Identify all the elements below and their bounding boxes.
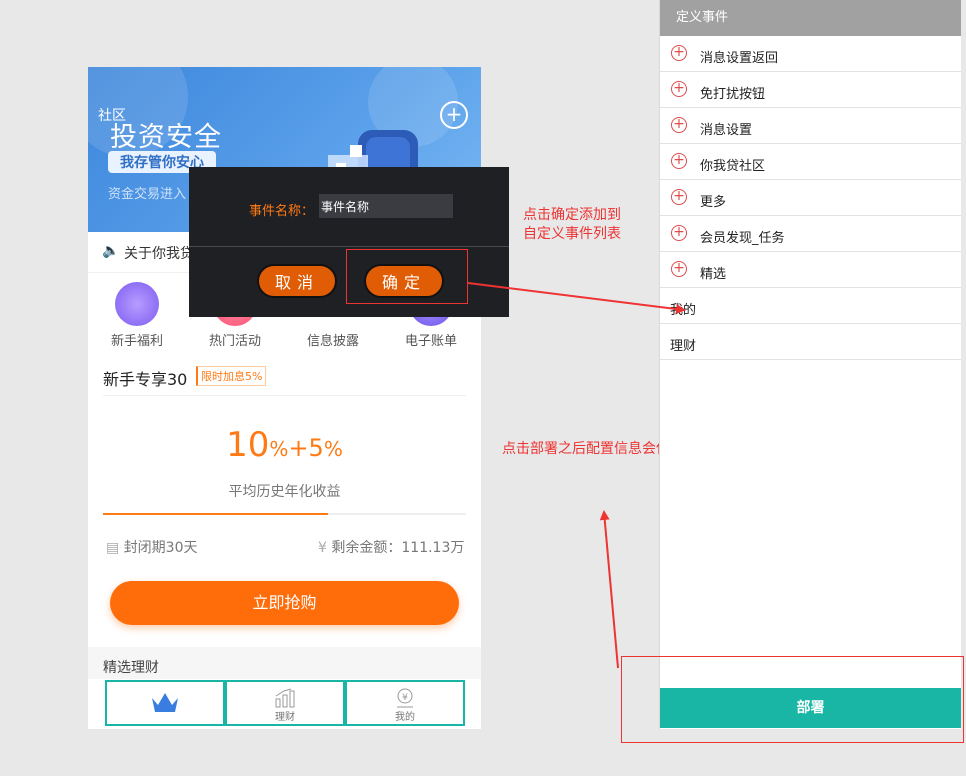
nav-finance[interactable]: 理财 — [225, 680, 345, 726]
svg-text:¥: ¥ — [402, 693, 408, 703]
cancel-button[interactable]: 取消 — [257, 264, 337, 298]
add-circle-icon[interactable]: + — [671, 153, 687, 169]
closed-period-text: 封闭期30天 — [123, 540, 198, 556]
event-list-item-label: 会员发现_任务 — [700, 231, 785, 246]
event-list-item-label: 免打扰按钮 — [700, 87, 766, 102]
add-circle-icon[interactable]: + — [671, 45, 687, 61]
remaining-text: 剩余金额：111.13万 — [331, 540, 465, 556]
product-title: 新手专享30 — [103, 370, 188, 389]
event-list-item[interactable]: + 你我贷社区 — [660, 144, 961, 180]
nav-label: 我的 — [395, 712, 415, 723]
event-list-item[interactable]: + 精选 — [660, 252, 961, 288]
event-list-item-label: 理财 — [670, 339, 697, 354]
calendar-icon: ▤ — [106, 540, 120, 556]
event-list-item[interactable]: + 免打扰按钮 — [660, 72, 961, 108]
nav-mine[interactable]: ¥ 我的 — [345, 680, 465, 726]
yen-icon: ¥ — [318, 540, 327, 556]
event-list-item[interactable]: 理财 — [660, 324, 961, 360]
event-list-item[interactable]: + 消息设置 — [660, 108, 961, 144]
crown-icon — [152, 693, 178, 712]
rate-percent: % — [269, 437, 289, 461]
rate-label: 平均历史年化收益 — [228, 484, 341, 500]
nav-home[interactable] — [105, 680, 225, 726]
tile-label: 电子账单 — [404, 334, 457, 349]
confirm-highlight-box — [346, 249, 468, 304]
nav-label: 理财 — [275, 712, 295, 723]
confirm-annotation: 点击确定添加到自定义事件列表 — [523, 207, 621, 242]
notice-text: 关于你我贷 — [124, 246, 194, 262]
event-list-item[interactable]: + 会员发现_任务 — [660, 216, 961, 252]
event-list-item-label: 更多 — [700, 195, 727, 210]
event-list-item-label: 消息设置 — [700, 123, 753, 138]
banner-title: 投资安全 — [110, 122, 222, 153]
event-name-input[interactable] — [319, 194, 453, 218]
event-list-item-label: 我的 — [670, 303, 697, 318]
deploy-highlight-box — [621, 656, 964, 743]
gift-icon — [115, 282, 159, 326]
event-panel: 定义事件 + 消息设置返回 + 免打扰按钮 + 消息设置 + 你我贷社区 + 更多 + 会员发现_任务… — [659, 0, 961, 729]
chart-icon — [275, 688, 295, 708]
banner-small-text: 资金交易进入 — [108, 187, 187, 202]
event-list-item-label: 精选 — [700, 267, 727, 282]
rate-percent: % — [323, 437, 343, 461]
event-list-item-label: 消息设置返回 — [700, 51, 779, 66]
rate-display: 10%+5% — [88, 425, 481, 465]
divider — [103, 395, 466, 396]
product-badge: 限时加息5% — [196, 366, 267, 386]
yen-icon: ¥ — [397, 688, 413, 708]
rate-main: 10 — [226, 425, 270, 465]
tile-label: 新手福利 — [110, 334, 163, 349]
event-list-item[interactable]: + 消息设置返回 — [660, 36, 961, 72]
add-circle-icon[interactable]: + — [671, 189, 687, 205]
section-label: 精选理财 — [103, 660, 159, 676]
speaker-icon: 🔈 — [102, 243, 120, 259]
event-list-item[interactable]: + 更多 — [660, 180, 961, 216]
tile-newbie[interactable]: 新手福利 — [88, 282, 186, 349]
event-name-dialog: 事件名称： 取消 确定 — [189, 167, 509, 317]
dialog-divider — [189, 246, 509, 247]
progress-fill — [103, 513, 329, 515]
panel-header: 定义事件 — [660, 0, 961, 36]
arrow-deploy — [599, 510, 619, 669]
add-circle-icon[interactable]: + — [671, 225, 687, 241]
event-list-item-label: 你我贷社区 — [700, 159, 766, 174]
tile-label: 信息披露 — [306, 334, 359, 349]
add-icon[interactable]: + — [440, 101, 468, 129]
remaining-amount: ¥ 剩余金额：111.13万 — [318, 537, 464, 557]
event-name-label: 事件名称： — [249, 204, 315, 219]
rate-bonus: +5 — [288, 434, 324, 462]
buy-button[interactable]: 立即抢购 — [110, 581, 459, 625]
add-circle-icon[interactable]: + — [671, 261, 687, 277]
closed-period: ▤ 封闭期30天 — [106, 537, 198, 557]
add-circle-icon[interactable]: + — [671, 117, 687, 133]
event-list-item[interactable]: 我的 — [660, 288, 961, 324]
tile-label: 热门活动 — [208, 334, 261, 349]
add-circle-icon[interactable]: + — [671, 81, 687, 97]
